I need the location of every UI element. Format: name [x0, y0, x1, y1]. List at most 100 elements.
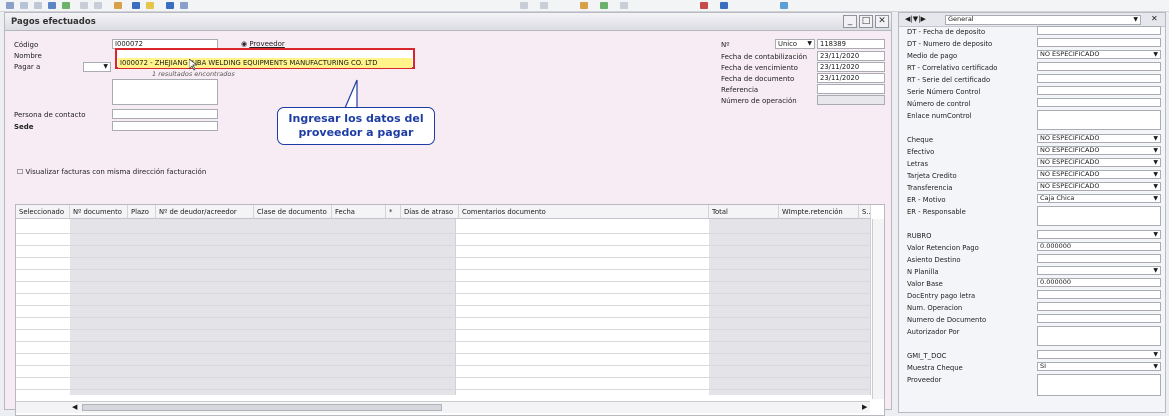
col-dias-atraso[interactable]: Días de atraso: [401, 205, 459, 219]
proveedor-radio[interactable]: ◉ Proveedor: [241, 40, 285, 48]
scroll-thumb[interactable]: [82, 404, 442, 411]
table-row[interactable]: [16, 365, 870, 366]
toolbar-icon-16[interactable]: [600, 2, 608, 9]
scroll-left-icon[interactable]: ◀: [72, 403, 77, 411]
maximize-button[interactable]: □: [859, 15, 873, 28]
pagar-a-dropdown[interactable]: [83, 62, 111, 72]
doc-number[interactable]: 118389: [817, 39, 885, 49]
referencia-input[interactable]: [817, 84, 885, 94]
vertical-scrollbar[interactable]: [872, 219, 884, 399]
panel-field-input[interactable]: NO ESPECIFICADO: [1037, 170, 1161, 179]
persona-contacto-input[interactable]: [112, 109, 218, 119]
table-row[interactable]: [16, 389, 870, 390]
toolbar-icon-2[interactable]: [20, 2, 28, 9]
panel-field-label: Muestra Cheque: [907, 364, 963, 372]
toolbar-icon-12[interactable]: [180, 2, 188, 9]
table-row[interactable]: [16, 377, 870, 378]
panel-field-input[interactable]: [1037, 314, 1161, 323]
panel-field-input[interactable]: [1037, 374, 1161, 396]
panel-field-input[interactable]: [1037, 26, 1161, 35]
toolbar-icon-4[interactable]: [48, 2, 56, 9]
toolbar-icon-13[interactable]: [520, 2, 528, 9]
table-row[interactable]: [16, 317, 870, 318]
panel-field-input[interactable]: [1037, 326, 1161, 346]
visualizar-label: Visualizar facturas con misma dirección …: [25, 168, 207, 176]
toolbar-icon-11[interactable]: [166, 2, 174, 9]
table-row[interactable]: [16, 329, 870, 330]
toolbar-icon-14[interactable]: [540, 2, 548, 9]
toolbar-icon-18[interactable]: [700, 2, 708, 9]
table-row[interactable]: [16, 245, 870, 246]
panel-field-input[interactable]: [1037, 62, 1161, 71]
col-no-documento[interactable]: Nº documento: [70, 205, 128, 219]
col-seleccionado[interactable]: Seleccionado: [16, 205, 70, 219]
scroll-right-icon[interactable]: ▶: [862, 403, 867, 411]
panel-field-label: N Planilla: [907, 268, 939, 276]
panel-field-input[interactable]: [1037, 98, 1161, 107]
panel-close-icon[interactable]: ✕: [1151, 14, 1158, 23]
panel-field-input[interactable]: [1037, 86, 1161, 95]
fecha-venc-input[interactable]: 23/11/2020: [817, 62, 885, 72]
minimize-button[interactable]: _: [843, 15, 857, 28]
fecha-contab-input[interactable]: 23/11/2020: [817, 51, 885, 61]
col-comentarios[interactable]: Comentarios documento: [459, 205, 709, 219]
table-row[interactable]: [16, 305, 870, 306]
panel-field-input[interactable]: NO ESPECIFICADO: [1037, 146, 1161, 155]
table-row[interactable]: [16, 233, 870, 234]
table-row[interactable]: [16, 293, 870, 294]
toolbar-icon-15[interactable]: [580, 2, 588, 9]
vendor-result[interactable]: I000072 - ZHEJIANG JUBA WELDING EQUIPMEN…: [118, 58, 412, 68]
panel-field-input[interactable]: [1037, 350, 1161, 359]
table-row[interactable]: [16, 341, 870, 342]
col-fecha[interactable]: Fecha: [332, 205, 386, 219]
panel-field-input[interactable]: [1037, 38, 1161, 47]
panel-field-input[interactable]: NO ESPECIFICADO: [1037, 50, 1161, 59]
panel-field-input[interactable]: [1037, 254, 1161, 263]
toolbar-icon-9[interactable]: [132, 2, 140, 9]
panel-category-select[interactable]: General: [945, 15, 1141, 25]
panel-field-input[interactable]: NO ESPECIFICADO: [1037, 158, 1161, 167]
toolbar-icon-17[interactable]: [620, 2, 628, 9]
col-wimpte[interactable]: WImpte.retención: [779, 205, 859, 219]
panel-field-input[interactable]: 0.000000: [1037, 242, 1161, 251]
series-dropdown[interactable]: Unico: [775, 39, 815, 49]
panel-field-input[interactable]: [1037, 206, 1161, 226]
panel-field-input[interactable]: [1037, 266, 1161, 275]
panel-field-input[interactable]: [1037, 290, 1161, 299]
table-row[interactable]: [16, 257, 870, 258]
panel-field-input[interactable]: [1037, 230, 1161, 239]
panel-field-input[interactable]: SI: [1037, 362, 1161, 371]
address-box[interactable]: [112, 79, 218, 105]
col-clase[interactable]: Clase de documento: [254, 205, 332, 219]
toolbar-icon-3[interactable]: [34, 2, 42, 9]
table-row[interactable]: [16, 281, 870, 282]
table-row[interactable]: [16, 353, 870, 354]
toolbar-icon-19[interactable]: [720, 2, 728, 9]
col-total[interactable]: Total: [709, 205, 779, 219]
toolbar-icon-5[interactable]: [62, 2, 70, 9]
horizontal-scrollbar[interactable]: ◀ ▶: [16, 401, 870, 413]
col-s[interactable]: S..: [859, 205, 871, 219]
fecha-doc-input[interactable]: 23/11/2020: [817, 73, 885, 83]
sede-input[interactable]: [112, 121, 218, 131]
col-deudor[interactable]: Nº de deudor/acreedor: [156, 205, 254, 219]
panel-field-input[interactable]: Caja Chica: [1037, 194, 1161, 203]
panel-field-input[interactable]: NO ESPECIFICADO: [1037, 182, 1161, 191]
toolbar-icon-1[interactable]: [6, 2, 14, 9]
panel-field-input[interactable]: [1037, 74, 1161, 83]
panel-field-input[interactable]: [1037, 302, 1161, 311]
col-asterisk[interactable]: *: [386, 205, 401, 219]
panel-field-input[interactable]: 0.000000: [1037, 278, 1161, 287]
visualizar-checkbox[interactable]: ☐ Visualizar facturas con misma direcció…: [17, 168, 206, 176]
toolbar-icon-8[interactable]: [114, 2, 122, 9]
toolbar-icon-7[interactable]: [94, 2, 102, 9]
toolbar-icon-20[interactable]: [780, 2, 788, 9]
close-button[interactable]: ✕: [875, 15, 889, 28]
toolbar-icon-6[interactable]: [80, 2, 88, 9]
table-row[interactable]: [16, 269, 870, 270]
panel-nav-icons[interactable]: ◀|▼|▶: [905, 15, 926, 23]
col-plazo[interactable]: Plazo: [128, 205, 156, 219]
toolbar-icon-10[interactable]: [146, 2, 154, 9]
panel-field-input[interactable]: NO ESPECIFICADO: [1037, 134, 1161, 143]
panel-field-input[interactable]: [1037, 110, 1161, 130]
